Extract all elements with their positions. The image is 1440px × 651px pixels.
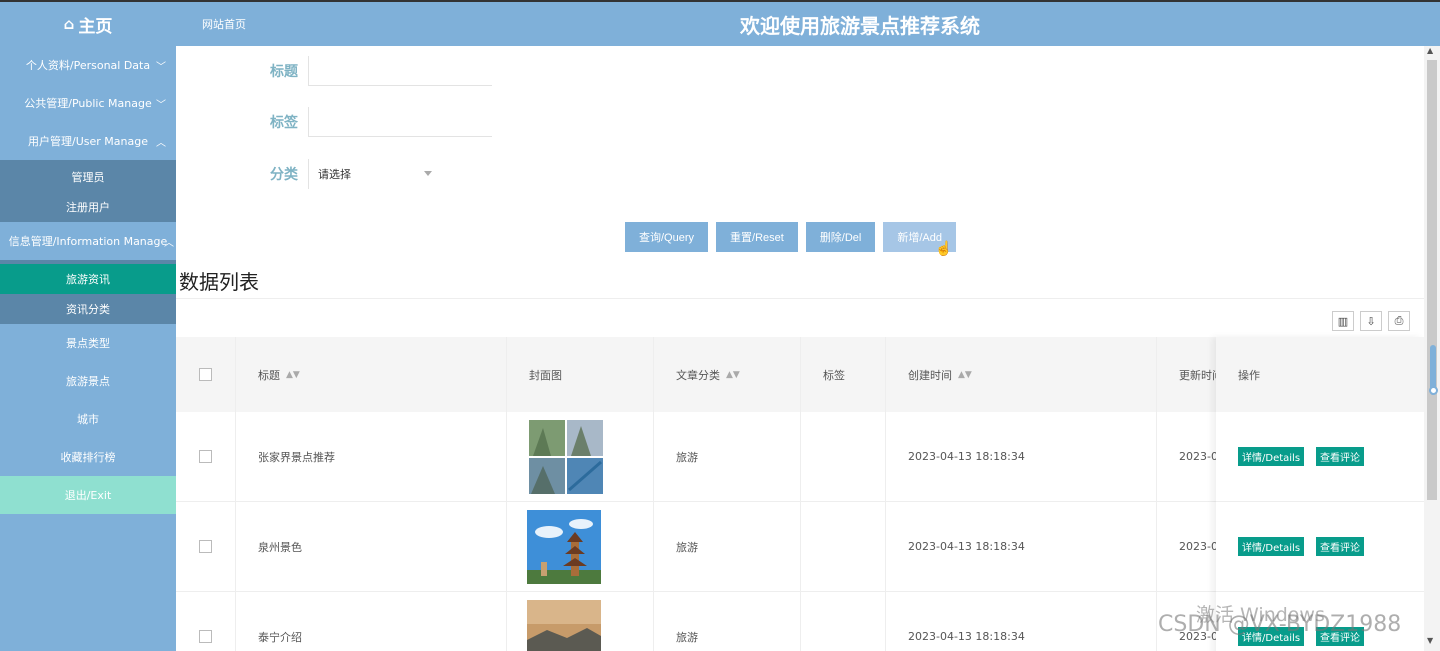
header-cover: 封面图 bbox=[529, 368, 562, 382]
row-checkbox[interactable] bbox=[199, 540, 212, 553]
side-slider-knob[interactable] bbox=[1429, 386, 1438, 395]
sidebar-item-information-manage[interactable]: 信息管理/Information Manage ︿ bbox=[0, 222, 176, 260]
row-category: 旅游 bbox=[676, 540, 698, 554]
top-bar: ⌂ 主页 网站首页 欢迎使用旅游景点推荐系统 bbox=[0, 0, 1440, 46]
view-comments-button[interactable]: 查看评论 bbox=[1316, 447, 1365, 466]
category-select[interactable]: 请选择 bbox=[308, 159, 438, 189]
title-label: 标题 bbox=[270, 64, 298, 80]
header-tag: 标签 bbox=[823, 368, 845, 382]
tag-input[interactable] bbox=[308, 107, 492, 137]
sidebar-item-exit[interactable]: 退出/Exit bbox=[0, 476, 176, 514]
details-button[interactable]: 详情/Details bbox=[1238, 537, 1305, 556]
data-table: ▥ ⇩ ⎙ 标题 ▲▼ 封面图 文章分类 ▲▼ 标签 创建时间 ▲▼ 更新时间 张家界… bbox=[176, 298, 1424, 651]
tag-label: 标签 bbox=[270, 115, 298, 131]
scroll-up-icon[interactable]: ▲ bbox=[1427, 46, 1433, 55]
chevron-down-icon: ﹀ bbox=[156, 100, 166, 111]
export-icon[interactable]: ⇩ bbox=[1360, 311, 1382, 331]
header-category[interactable]: 文章分类 bbox=[676, 367, 720, 383]
row-checkbox[interactable] bbox=[199, 630, 212, 643]
cover-image[interactable] bbox=[529, 419, 603, 494]
sort-icon[interactable]: ▲▼ bbox=[726, 370, 740, 380]
list-title: 数据列表 bbox=[179, 270, 259, 294]
sidebar-item-registered-users[interactable]: 注册用户 bbox=[0, 192, 176, 222]
row-category: 旅游 bbox=[676, 630, 698, 644]
chevron-up-icon: ︿ bbox=[156, 138, 166, 149]
query-button[interactable]: 查询/Query bbox=[625, 222, 709, 252]
chevron-down-icon: ﹀ bbox=[156, 62, 166, 73]
header-title[interactable]: 标题 bbox=[258, 367, 280, 383]
home-link[interactable]: ⌂ 主页 bbox=[0, 2, 176, 46]
sidebar-item-personal-data[interactable]: 个人资料/Personal Data ﹀ bbox=[0, 46, 176, 84]
details-button[interactable]: 详情/Details bbox=[1238, 447, 1305, 466]
header-created[interactable]: 创建时间 bbox=[908, 367, 952, 383]
delete-button[interactable]: 删除/Del bbox=[805, 222, 876, 252]
sidebar-item-travel-news[interactable]: 旅游资讯 bbox=[0, 264, 176, 294]
hand-cursor-icon: ☝ bbox=[935, 240, 953, 256]
row-title: 张家界景点推荐 bbox=[258, 450, 335, 464]
sidebar-item-public-manage[interactable]: 公共管理/Public Manage ﹀ bbox=[0, 84, 176, 122]
row-created: 2023-04-13 18:18:34 bbox=[908, 540, 1025, 553]
sidebar: 个人资料/Personal Data ﹀ 公共管理/Public Manage … bbox=[0, 46, 176, 651]
chevron-down-icon bbox=[424, 171, 432, 176]
columns-icon[interactable]: ▥ bbox=[1332, 311, 1354, 331]
row-created: 2023-04-13 18:18:34 bbox=[908, 450, 1025, 463]
form-row-tag: 标签 bbox=[176, 107, 492, 137]
home-icon: ⌂ bbox=[63, 15, 75, 33]
row-updated: 2023-04 bbox=[1179, 540, 1217, 553]
sidebar-item-favorites-ranking[interactable]: 收藏排行榜 bbox=[0, 438, 176, 476]
row-title: 泰宁介绍 bbox=[258, 630, 302, 644]
header-operation: 操作 bbox=[1238, 368, 1260, 382]
chevron-up-icon: ︿ bbox=[164, 238, 174, 249]
row-title: 泉州景色 bbox=[258, 540, 302, 554]
sidebar-item-user-manage[interactable]: 用户管理/User Manage ︿ bbox=[0, 122, 176, 160]
sidebar-item-news-category[interactable]: 资讯分类 bbox=[0, 294, 176, 324]
site-home-link[interactable]: 网站首页 bbox=[202, 16, 246, 32]
header-updated[interactable]: 更新时间 bbox=[1179, 367, 1217, 383]
reset-button[interactable]: 重置/Reset bbox=[716, 222, 798, 252]
print-icon[interactable]: ⎙ bbox=[1388, 311, 1410, 331]
action-buttons: 查询/Query 重置/Reset 删除/Del 新增/Add ☝ bbox=[625, 222, 957, 256]
sort-icon[interactable]: ▲▼ bbox=[286, 370, 300, 380]
scroll-down-icon[interactable]: ▼ bbox=[1427, 636, 1433, 645]
scrollbar-thumb[interactable] bbox=[1427, 60, 1437, 500]
select-all-checkbox[interactable] bbox=[199, 368, 212, 381]
row-updated: 2023-04 bbox=[1179, 450, 1217, 463]
home-label: 主页 bbox=[78, 16, 113, 37]
sidebar-item-admin[interactable]: 管理员 bbox=[0, 162, 176, 192]
row-category: 旅游 bbox=[676, 450, 698, 464]
sidebar-item-scenic-type[interactable]: 景点类型 bbox=[0, 324, 176, 362]
view-comments-button[interactable]: 查看评论 bbox=[1316, 537, 1365, 556]
cover-image[interactable] bbox=[527, 599, 601, 651]
sidebar-item-scenic-spots[interactable]: 旅游景点 bbox=[0, 362, 176, 400]
row-checkbox[interactable] bbox=[199, 450, 212, 463]
main-content: 标题 标签 分类 请选择 查询/Query 重置/Reset 删除/Del 新增… bbox=[176, 46, 1424, 651]
form-row-category: 分类 请选择 bbox=[176, 159, 438, 189]
page-title: 欢迎使用旅游景点推荐系统 bbox=[740, 14, 980, 38]
table-toolbar: ▥ ⇩ ⎙ bbox=[1332, 311, 1410, 331]
category-label: 分类 bbox=[270, 167, 298, 183]
add-button[interactable]: 新增/Add ☝ bbox=[883, 222, 957, 256]
cover-image[interactable] bbox=[527, 509, 601, 584]
title-input[interactable] bbox=[308, 56, 492, 86]
sort-icon[interactable]: ▲▼ bbox=[958, 370, 972, 380]
csdn-watermark: CSDN @VX-BYDZ1988 bbox=[1158, 612, 1402, 637]
form-row-title: 标题 bbox=[176, 56, 492, 86]
sidebar-item-city[interactable]: 城市 bbox=[0, 400, 176, 438]
row-created: 2023-04-13 18:18:34 bbox=[908, 630, 1025, 643]
